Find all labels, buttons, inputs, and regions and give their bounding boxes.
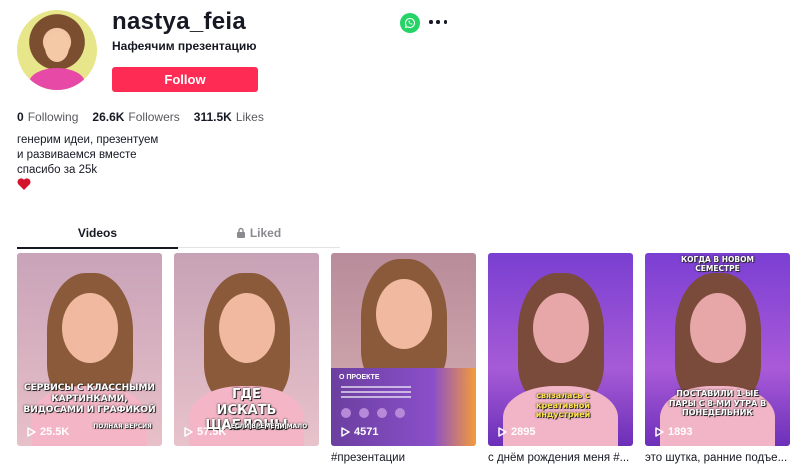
more-dot <box>429 20 433 24</box>
tab-liked[interactable]: Liked <box>178 222 339 248</box>
profile-stats: 0 Following 26.6K Followers 311.5K Likes <box>17 110 278 124</box>
video-card[interactable]: КОГДА В НОВОМ СЕМЕСТРЕ ПОСТАВИЛИ 1-ЫЕ ПА… <box>645 253 790 446</box>
video-overlay-text: ПОСТАВИЛИ 1-ЫЕ ПАРЫ С 8-МИ УТРА В ПОНЕДЕ… <box>668 389 767 418</box>
bio-line: спасибо за 25k <box>17 164 98 176</box>
video-overlay-text: СЕРВИСЫ С КЛАССНЫМИ КАРТИНКАМИ, ВИДОСАМИ… <box>23 383 156 415</box>
video-overlay-subtext: ПОЛНАЯ ВЕРСИЯ <box>93 423 152 430</box>
stat-likes: 311.5K Likes <box>194 110 264 124</box>
thumb-face <box>219 293 275 363</box>
play-icon <box>27 427 36 437</box>
video-views: 25.5K <box>27 426 69 438</box>
stat-label: Likes <box>235 110 264 124</box>
avatar-shirt <box>29 68 85 90</box>
play-icon <box>498 427 507 437</box>
more-options-icon[interactable] <box>429 14 447 30</box>
video-view-count: 2895 <box>511 426 536 438</box>
stat-value: 26.6K <box>92 110 125 124</box>
thumb-face <box>533 293 589 363</box>
stat-value: 311.5K <box>193 110 232 124</box>
username: nastya_feia <box>112 8 247 35</box>
profile-subtitle: Нафеячим презентацию <box>112 39 257 53</box>
video-overlay-text: связалась с креативной индустрией <box>535 391 591 420</box>
play-icon <box>655 427 664 437</box>
video-overlay-subtext: ЕСЛИ ВРЕМЕНИ МАЛО <box>230 423 308 430</box>
lock-icon <box>236 227 245 238</box>
profile-bio: генерим идеи, презентуем и развиваемся в… <box>17 133 158 178</box>
tab-videos-label: Videos <box>77 226 118 240</box>
stat-value: 0 <box>17 110 24 124</box>
video-card[interactable]: О ПРОЕКТЕ 4571 <box>331 253 476 446</box>
video-views: 57.5K <box>184 426 226 438</box>
stat-label: Followers <box>128 110 180 124</box>
more-dot <box>443 20 447 24</box>
stat-followers[interactable]: 26.6K Followers <box>92 110 179 124</box>
thumb-face <box>62 293 118 363</box>
video-caption[interactable]: это шутка, ранние подъе... <box>645 452 790 464</box>
video-caption[interactable]: #презентации <box>331 452 476 464</box>
heart-icon <box>17 178 31 190</box>
slide-steps <box>341 408 405 418</box>
bio-line: генерим идеи, презентуем <box>17 134 159 146</box>
slide-text-lines <box>341 386 411 401</box>
stat-label: Following <box>27 110 79 124</box>
thumb-face <box>376 279 432 349</box>
more-dot <box>436 20 440 24</box>
play-icon <box>184 427 193 437</box>
video-overlay-top-text: КОГДА В НОВОМ СЕМЕСТРЕ <box>681 255 754 273</box>
video-card[interactable]: ГДЕ ИСКАТЬ ШАБЛОНЫ ЕСЛИ ВРЕМЕНИ МАЛО 57.… <box>174 253 319 446</box>
video-views: 4571 <box>341 426 378 438</box>
video-view-count: 25.5K <box>40 426 70 438</box>
video-view-count: 4571 <box>354 426 379 438</box>
video-card[interactable]: связалась с креативной индустрией 2895 <box>488 253 633 446</box>
avatar[interactable] <box>17 10 97 90</box>
tab-videos[interactable]: Videos <box>17 222 178 249</box>
stat-following[interactable]: 0 Following <box>17 110 78 124</box>
tab-active-indicator <box>17 247 178 249</box>
video-overlay-text: О ПРОЕКТЕ <box>339 374 380 381</box>
follow-button[interactable]: Follow <box>112 67 258 92</box>
video-views: 1893 <box>655 426 692 438</box>
video-view-count: 1893 <box>668 426 693 438</box>
video-view-count: 57.5K <box>197 426 227 438</box>
avatar-face <box>45 32 69 62</box>
play-icon <box>341 427 350 437</box>
bio-line: и развиваемся вместе <box>17 149 137 161</box>
thumb-face <box>690 293 746 363</box>
video-card[interactable]: СЕРВИСЫ С КЛАССНЫМИ КАРТИНКАМИ, ВИДОСАМИ… <box>17 253 162 446</box>
video-views: 2895 <box>498 426 535 438</box>
whatsapp-icon[interactable] <box>400 13 420 33</box>
tab-liked-label: Liked <box>249 226 282 240</box>
profile-tabs: Videos Liked <box>17 222 340 249</box>
video-caption[interactable]: с днём рождения меня #... <box>488 452 633 464</box>
